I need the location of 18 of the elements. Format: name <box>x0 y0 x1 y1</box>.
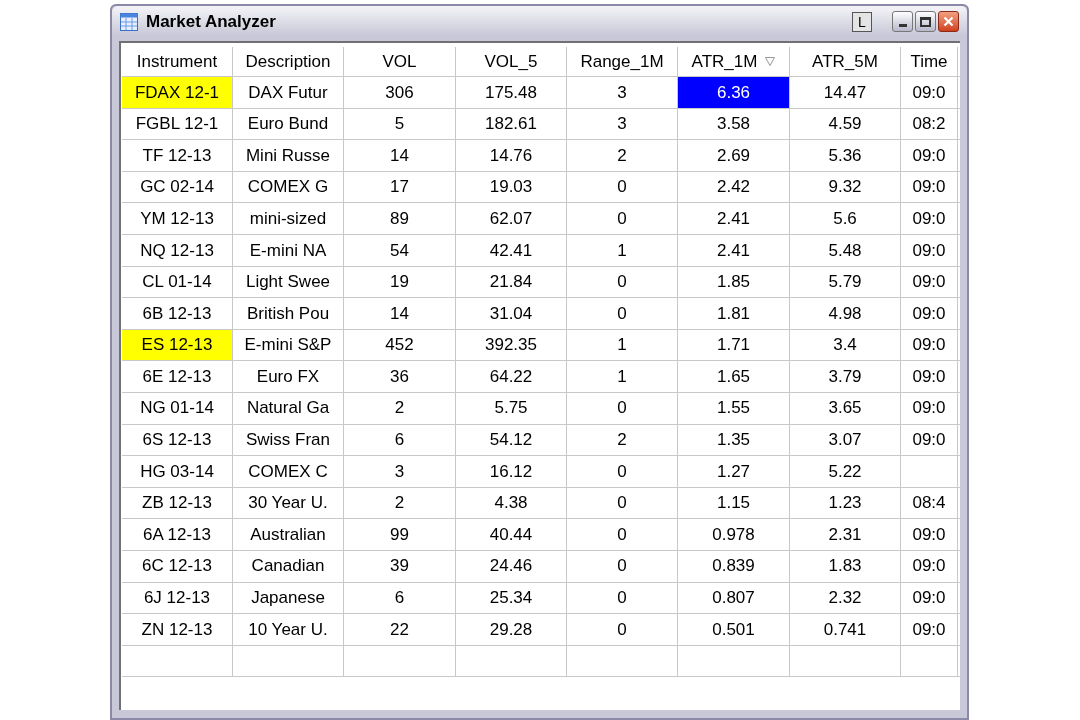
column-header[interactable]: VOL <box>344 47 456 76</box>
column-header[interactable]: ATR_1M <box>678 47 790 76</box>
close-button[interactable] <box>938 11 959 32</box>
table-cell: ES 12-13 <box>122 329 233 361</box>
table-cell: 6.36 <box>678 77 790 108</box>
column-header[interactable]: ATR_5M <box>790 47 901 76</box>
maximize-button[interactable] <box>915 11 936 32</box>
column-header[interactable]: VOL_5 <box>456 47 567 76</box>
column-header[interactable]: Description <box>233 47 344 76</box>
table-cell: FDAX 12-1 <box>122 77 233 108</box>
window-title: Market Analyzer <box>146 10 277 33</box>
minimize-button[interactable] <box>892 11 913 32</box>
column-header[interactable]: Range_1M <box>567 47 678 76</box>
table-window-icon <box>120 12 138 31</box>
close-icon <box>943 16 954 27</box>
column-header[interactable]: Time <box>901 47 958 76</box>
lock-button[interactable]: L <box>852 11 872 32</box>
column-header[interactable]: Instrument <box>122 47 233 76</box>
